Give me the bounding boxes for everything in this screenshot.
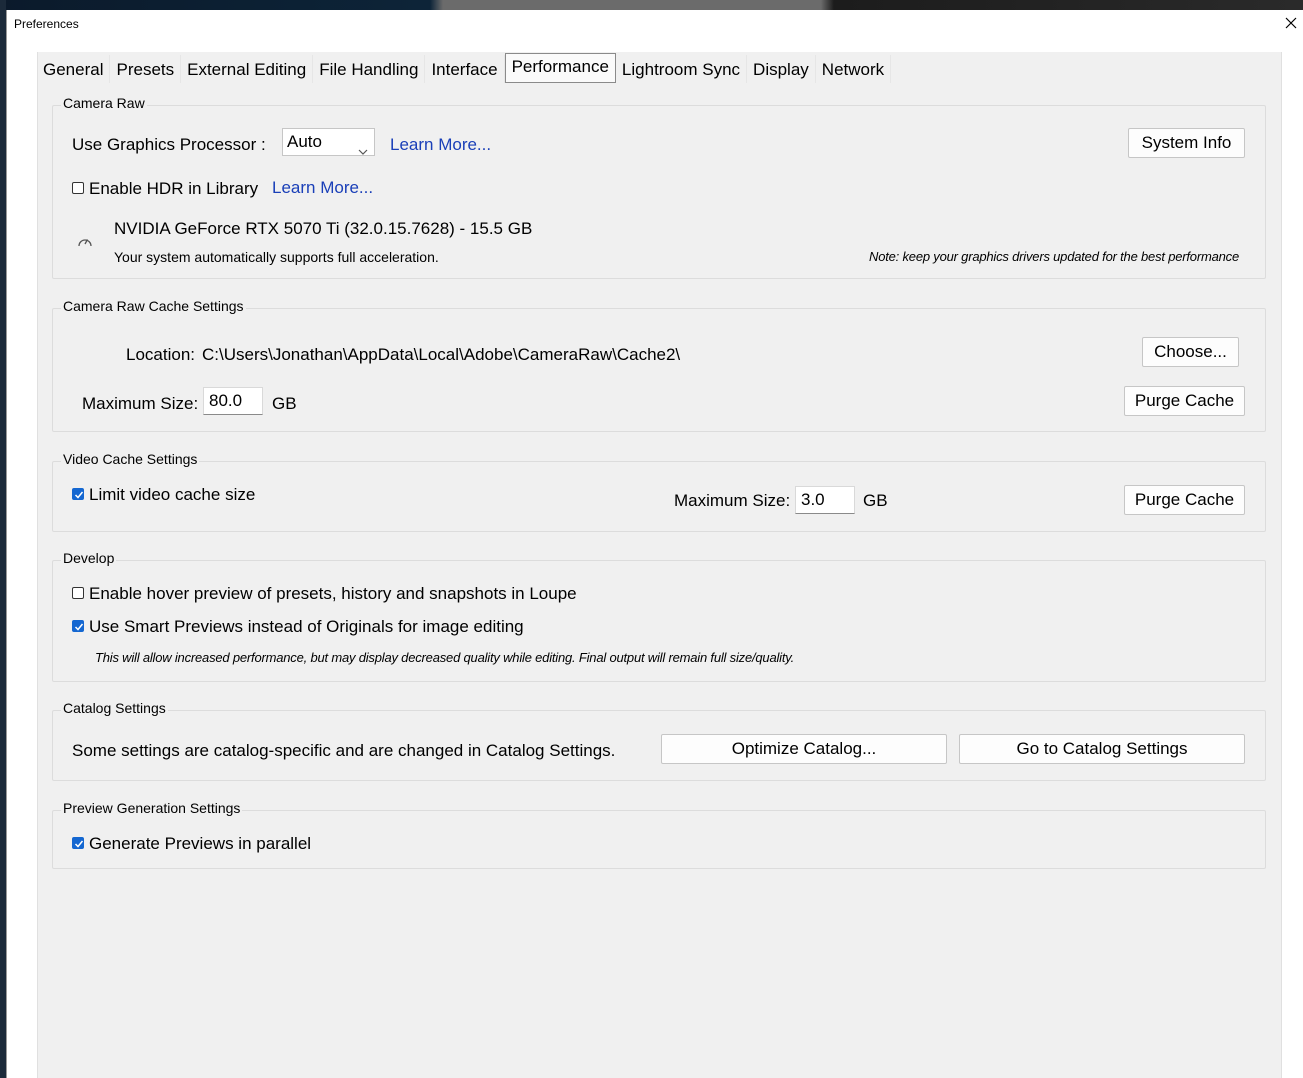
preview-title: Preview Generation Settings (61, 800, 243, 816)
gpu-select-value: Auto (287, 132, 322, 151)
catalog-description: Some settings are catalog-specific and a… (72, 741, 616, 760)
hover-preview-label: Enable hover preview of presets, history… (89, 584, 577, 603)
purge-cache-button[interactable]: Purge Cache (1124, 386, 1245, 416)
camera-raw-group: Camera Raw Use Graphics Processor : Auto… (52, 95, 1266, 279)
close-icon (1280, 12, 1302, 34)
video-cache-group: Video Cache Settings Limit video cache s… (52, 451, 1266, 532)
gpu-name: NVIDIA GeForce RTX 5070 Ti (32.0.15.7628… (114, 219, 533, 238)
cache-location-label: Location: (126, 345, 195, 364)
video-cache-unit: GB (863, 491, 888, 510)
chevron-down-icon (358, 138, 368, 164)
tab-external-editing[interactable]: External Editing (181, 55, 314, 83)
preferences-window: Preferences General Presets External Edi… (6, 10, 1303, 1078)
system-info-button[interactable]: System Info (1128, 128, 1245, 158)
window-title: Preferences (14, 17, 79, 31)
tab-lightroom-sync[interactable]: Lightroom Sync (616, 55, 748, 83)
preview-group: Preview Generation Settings Generate Pre… (52, 800, 1266, 869)
cache-max-label: Maximum Size: (82, 394, 199, 413)
video-purge-cache-button[interactable]: Purge Cache (1124, 485, 1245, 515)
tab-file-handling[interactable]: File Handling (313, 55, 426, 83)
gauge-icon (77, 234, 93, 253)
gpu-label: Use Graphics Processor : (72, 135, 266, 154)
catalog-group: Catalog Settings Some settings are catal… (52, 700, 1266, 781)
gpu-status: Your system automatically supports full … (114, 249, 439, 265)
tab-presets[interactable]: Presets (110, 55, 182, 83)
develop-group: Develop Enable hover preview of presets,… (52, 550, 1266, 682)
desktop-background (0, 0, 1303, 10)
optimize-catalog-button[interactable]: Optimize Catalog... (661, 734, 947, 764)
cache-max-input[interactable]: 80.0 (203, 387, 263, 415)
parallel-previews-label: Generate Previews in parallel (89, 834, 312, 853)
smart-previews-checkbox[interactable] (72, 620, 84, 632)
smart-previews-note: This will allow increased performance, b… (95, 650, 795, 665)
close-button[interactable] (1280, 12, 1302, 34)
gpu-select[interactable]: Auto (282, 128, 375, 156)
tab-performance[interactable]: Performance (504, 53, 616, 83)
camera-raw-title: Camera Raw (61, 95, 147, 111)
cache-title: Camera Raw Cache Settings (61, 298, 246, 314)
driver-note: Note: keep your graphics drivers updated… (869, 249, 1239, 264)
choose-button[interactable]: Choose... (1142, 337, 1239, 367)
develop-title: Develop (61, 550, 117, 566)
hdr-learn-more-link[interactable]: Learn More... (272, 178, 373, 198)
tab-interface[interactable]: Interface (425, 55, 505, 83)
gpu-learn-more-link[interactable]: Learn More... (390, 135, 491, 155)
go-to-catalog-settings-button[interactable]: Go to Catalog Settings (959, 734, 1245, 764)
title-bar: Preferences (7, 10, 1303, 38)
cache-group: Camera Raw Cache Settings Location: C:\U… (52, 298, 1266, 432)
cache-location-value: C:\Users\Jonathan\AppData\Local\Adobe\Ca… (202, 345, 681, 364)
video-max-input[interactable]: 3.0 (795, 486, 855, 514)
video-max-label: Maximum Size: (674, 491, 791, 510)
tab-bar: General Presets External Editing File Ha… (37, 53, 892, 85)
tab-general[interactable]: General (37, 55, 111, 83)
hdr-label: Enable HDR in Library (89, 179, 259, 198)
hover-preview-checkbox[interactable] (72, 587, 84, 599)
smart-previews-label: Use Smart Previews instead of Originals … (89, 617, 524, 636)
tab-display[interactable]: Display (747, 55, 816, 83)
tab-network[interactable]: Network (816, 55, 892, 83)
limit-video-cache-label: Limit video cache size (89, 485, 256, 504)
parallel-previews-checkbox[interactable] (72, 837, 84, 849)
limit-video-cache-checkbox[interactable] (72, 488, 84, 500)
hdr-checkbox[interactable] (72, 182, 84, 194)
video-cache-title: Video Cache Settings (61, 451, 200, 467)
catalog-title: Catalog Settings (61, 700, 168, 716)
cache-unit: GB (272, 394, 297, 413)
